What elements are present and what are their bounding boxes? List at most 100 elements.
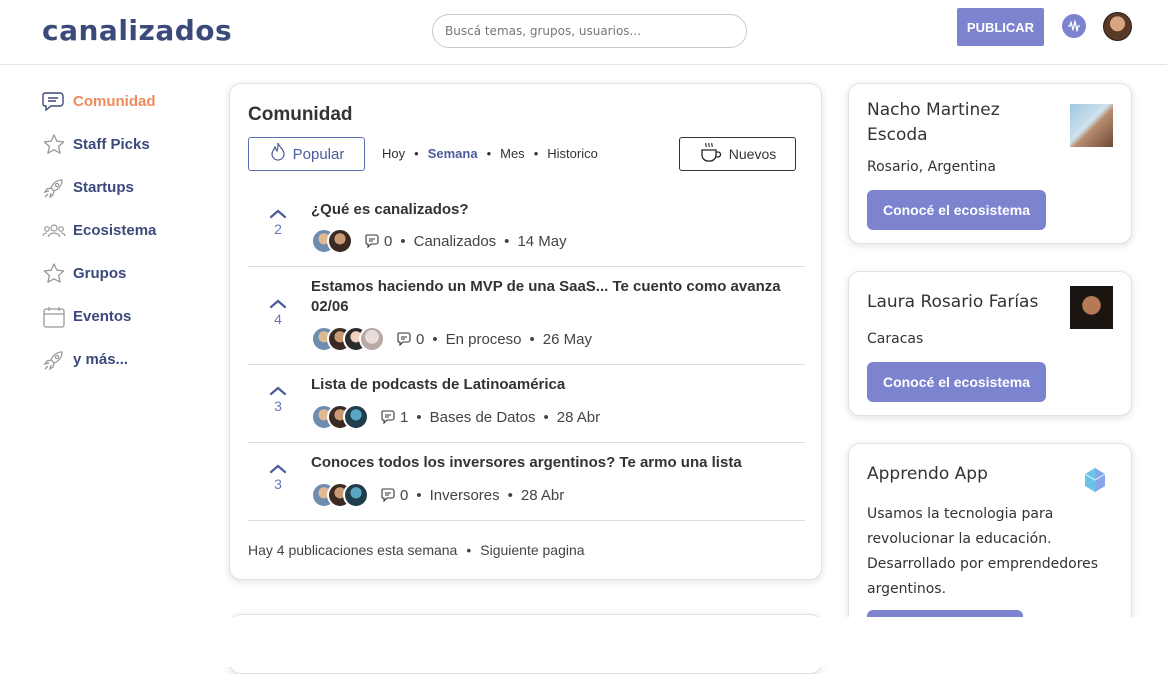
- sidebar-nav: Comunidad Staff Picks Startups Ecosistem…: [42, 80, 212, 381]
- post-title[interactable]: ¿Qué es canalizados?: [311, 200, 781, 220]
- participant-avatars: [311, 228, 353, 254]
- sidebar-item-label: Grupos: [73, 265, 127, 282]
- post-date: 14 May: [517, 232, 567, 250]
- sidebar-item-ecosistema[interactable]: Ecosistema: [42, 209, 212, 252]
- profile-location: Caracas: [867, 331, 924, 347]
- community-feed-card: Comunidad Popular Hoy • Semana • Mes • H…: [229, 83, 822, 580]
- star-icon: [42, 133, 66, 157]
- sidebar-item-staff-picks[interactable]: Staff Picks: [42, 123, 212, 166]
- star-icon: [42, 262, 66, 286]
- search-input[interactable]: [432, 14, 747, 48]
- separator-dot: •: [507, 486, 513, 504]
- post-category[interactable]: Bases de Datos: [430, 409, 536, 426]
- post-date: 28 Abr: [556, 408, 601, 426]
- separator-dot: •: [529, 330, 535, 348]
- sidebar-item-grupos[interactable]: Grupos: [42, 252, 212, 295]
- post-title[interactable]: Conoces todos los inversores argentinos?…: [311, 453, 781, 473]
- popular-button[interactable]: Popular: [248, 137, 365, 171]
- flame-icon: [269, 142, 287, 166]
- post-category[interactable]: Canalizados: [414, 233, 497, 250]
- comment-icon: [365, 234, 379, 248]
- avatar: [327, 228, 353, 254]
- upvote-button[interactable]: 3: [268, 381, 288, 414]
- comment-count: 0: [397, 331, 424, 348]
- separator-dot: •: [416, 408, 422, 426]
- sidebar-item-label: Staff Picks: [73, 136, 150, 153]
- rocket-icon: [42, 176, 66, 200]
- comment-count: 0: [381, 487, 408, 504]
- sidebar-item-startups[interactable]: Startups: [42, 166, 212, 209]
- audio-wave-icon[interactable]: [1062, 14, 1086, 38]
- filter-semana[interactable]: Semana: [428, 146, 478, 161]
- post-list: 2 ¿Qué es canalizados? 0 • Canalizados •…: [248, 188, 805, 521]
- post-category[interactable]: En proceso: [446, 331, 522, 348]
- nuevos-label: Nuevos: [728, 146, 777, 162]
- upvote-button[interactable]: 4: [268, 294, 288, 327]
- app-name[interactable]: Apprendo App: [867, 462, 1057, 487]
- upvote-button[interactable]: 2: [268, 204, 288, 237]
- avatar: [359, 326, 385, 352]
- separator-dot: •: [400, 232, 406, 250]
- sidebar-item-label: Ecosistema: [73, 222, 157, 239]
- coffee-cup-icon: [699, 141, 723, 167]
- chat-icon: [42, 90, 66, 114]
- filter-historico[interactable]: Historico: [547, 146, 598, 161]
- chevron-up-icon: [269, 386, 287, 396]
- next-page-link[interactable]: Siguiente pagina: [480, 542, 584, 558]
- vote-count: 3: [274, 398, 282, 414]
- profile-name[interactable]: Laura Rosario Farías: [867, 290, 1057, 315]
- logo[interactable]: canalizados: [42, 14, 232, 47]
- feed-title: Comunidad: [248, 104, 353, 125]
- post-meta: 0 • En proceso • 26 May: [311, 326, 592, 352]
- sidebar-item-label: y más...: [73, 351, 129, 368]
- sidebar-item-label: Comunidad: [73, 93, 156, 110]
- upvote-button[interactable]: 3: [268, 459, 288, 492]
- user-avatar[interactable]: [1103, 12, 1132, 41]
- participant-avatars: [311, 326, 385, 352]
- post-meta: 0 • Inversores • 28 Abr: [311, 482, 564, 508]
- post-count-text: Hay 4 publicaciones esta semana: [248, 542, 458, 558]
- separator-dot: •: [486, 146, 492, 161]
- separator-dot: •: [432, 330, 438, 348]
- profile-photo[interactable]: [1070, 104, 1113, 147]
- comment-count: 1: [381, 409, 408, 426]
- separator-dot: •: [533, 146, 539, 161]
- profile-name[interactable]: Nacho Martinez Escoda: [867, 98, 1057, 148]
- participant-avatars: [311, 482, 369, 508]
- publish-button[interactable]: PUBLICAR: [957, 8, 1044, 46]
- vote-count: 4: [274, 311, 282, 327]
- profile-photo[interactable]: [1070, 286, 1113, 329]
- popular-label: Popular: [292, 145, 345, 163]
- feed-footer: Hay 4 publicaciones esta semana • Siguie…: [248, 542, 585, 558]
- sidebar-item-comunidad[interactable]: Comunidad: [42, 80, 212, 123]
- app-card: Apprendo App Usamos la tecnologia para r…: [848, 443, 1132, 650]
- separator-dot: •: [543, 408, 549, 426]
- post-category[interactable]: Inversores: [430, 487, 500, 504]
- sidebar-item-label: Startups: [73, 179, 134, 196]
- separator-dot: •: [504, 232, 510, 250]
- profile-card: Nacho Martinez Escoda Rosario, Argentina…: [848, 83, 1132, 244]
- ecosystem-button[interactable]: Conocé el ecosistema: [867, 362, 1046, 402]
- comment-count-value: 0: [416, 330, 425, 348]
- post-title[interactable]: Lista de podcasts de Latinoamérica: [311, 375, 781, 395]
- separator-dot: •: [414, 146, 419, 161]
- chevron-up-icon: [269, 464, 287, 474]
- participant-avatars: [311, 404, 369, 430]
- post-meta: 1 • Bases de Datos • 28 Abr: [311, 404, 600, 430]
- comment-icon: [397, 332, 411, 346]
- sidebar-item-eventos[interactable]: Eventos: [42, 295, 212, 338]
- avatar: [343, 482, 369, 508]
- app-description: Usamos la tecnologia para revolucionar l…: [867, 506, 1099, 597]
- post-title[interactable]: Estamos haciendo un MVP de una SaaS... T…: [311, 277, 781, 317]
- sidebar-item-mas[interactable]: y más...: [42, 338, 212, 381]
- ecosystem-button[interactable]: Conocé el ecosistema: [867, 190, 1046, 230]
- time-filters: Hoy • Semana • Mes • Historico: [382, 146, 598, 161]
- list-item: 4 Estamos haciendo un MVP de una SaaS...…: [248, 267, 805, 365]
- filter-mes[interactable]: Mes: [500, 146, 525, 161]
- comment-count-value: 0: [400, 486, 409, 504]
- comment-icon: [381, 410, 395, 424]
- calendar-icon: [42, 305, 66, 329]
- filter-hoy[interactable]: Hoy: [382, 146, 405, 161]
- nuevos-button[interactable]: Nuevos: [679, 137, 796, 171]
- chevron-up-icon: [269, 299, 287, 309]
